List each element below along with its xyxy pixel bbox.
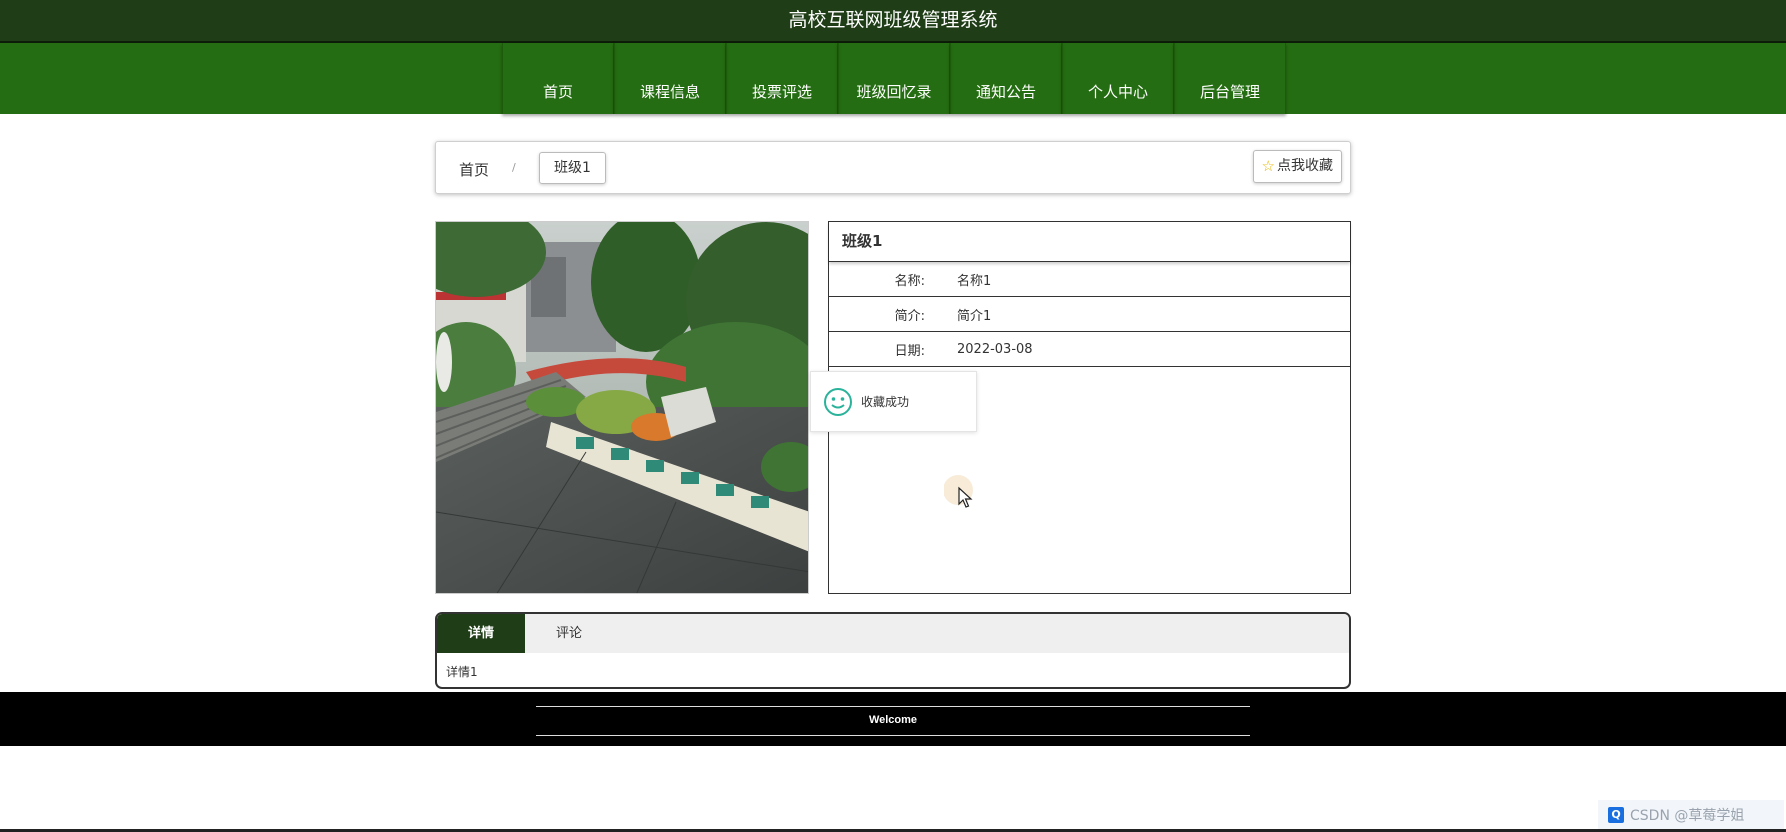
info-value: 2022-03-08 [957, 341, 1033, 357]
info-label: 简介: [894, 308, 925, 324]
class-info-title: 班级1 [829, 222, 1350, 262]
breadcrumb-separator: / [512, 161, 516, 174]
footer-text: Welcome [868, 714, 918, 726]
main-nav: 首页 课程信息 投票评选 班级回忆录 通知公告 个人中心 后台管理 [0, 43, 1786, 114]
nav-item-voting[interactable]: 投票评选 [726, 43, 838, 114]
info-row-intro: 简介: 简介1 [829, 297, 1350, 332]
smile-icon [823, 387, 853, 417]
nav-item-personal-center[interactable]: 个人中心 [1062, 43, 1174, 114]
nav-item-class-memories[interactable]: 班级回忆录 [838, 43, 950, 114]
favorite-button-label: 点我收藏 [1277, 158, 1333, 174]
top-header: 高校互联网班级管理系统 [0, 0, 1786, 43]
mouse-cursor-icon [943, 474, 984, 518]
info-value: 简介1 [957, 308, 992, 324]
tab-details[interactable]: 详情 [437, 614, 525, 653]
footer-divider [536, 735, 1250, 736]
breadcrumb: 首页 / 班级1 ☆ 点我收藏 [435, 141, 1351, 194]
class-photo [435, 221, 809, 594]
favorite-button[interactable]: ☆ 点我收藏 [1252, 150, 1342, 183]
nav-item-home[interactable]: 首页 [502, 43, 614, 114]
info-label: 名称: [894, 273, 925, 289]
breadcrumb-home-link[interactable]: 首页 [459, 159, 489, 180]
nav-menu: 首页 课程信息 投票评选 班级回忆录 通知公告 个人中心 后台管理 [502, 43, 1286, 114]
info-row-name: 名称: 名称1 [829, 262, 1350, 297]
site-title: 高校互联网班级管理系统 [788, 9, 998, 31]
detail-tabs: 详情 评论 详情1 [435, 612, 1351, 689]
footer-divider [536, 706, 1250, 707]
nav-item-courses[interactable]: 课程信息 [614, 43, 726, 114]
tab-content: 详情1 [446, 665, 478, 679]
breadcrumb-current: 班级1 [539, 152, 606, 184]
footer: Welcome [0, 692, 1786, 746]
info-value: 名称1 [957, 273, 992, 289]
csdn-watermark: Q CSDN @草莓学姐 [1598, 800, 1784, 830]
star-icon: ☆ [1261, 157, 1275, 175]
info-label: 日期: [894, 343, 925, 359]
tab-bar: 详情 评论 [437, 614, 1349, 653]
toast-text: 收藏成功 [861, 395, 910, 409]
csdn-logo-icon: Q [1608, 807, 1624, 823]
nav-item-admin[interactable]: 后台管理 [1174, 43, 1286, 114]
toast-message: 收藏成功 [810, 371, 977, 432]
watermark-text: CSDN @草莓学姐 [1630, 808, 1745, 824]
tab-comments[interactable]: 评论 [525, 614, 613, 653]
info-row-date: 日期: 2022-03-08 [829, 332, 1350, 367]
nav-item-notices[interactable]: 通知公告 [950, 43, 1062, 114]
